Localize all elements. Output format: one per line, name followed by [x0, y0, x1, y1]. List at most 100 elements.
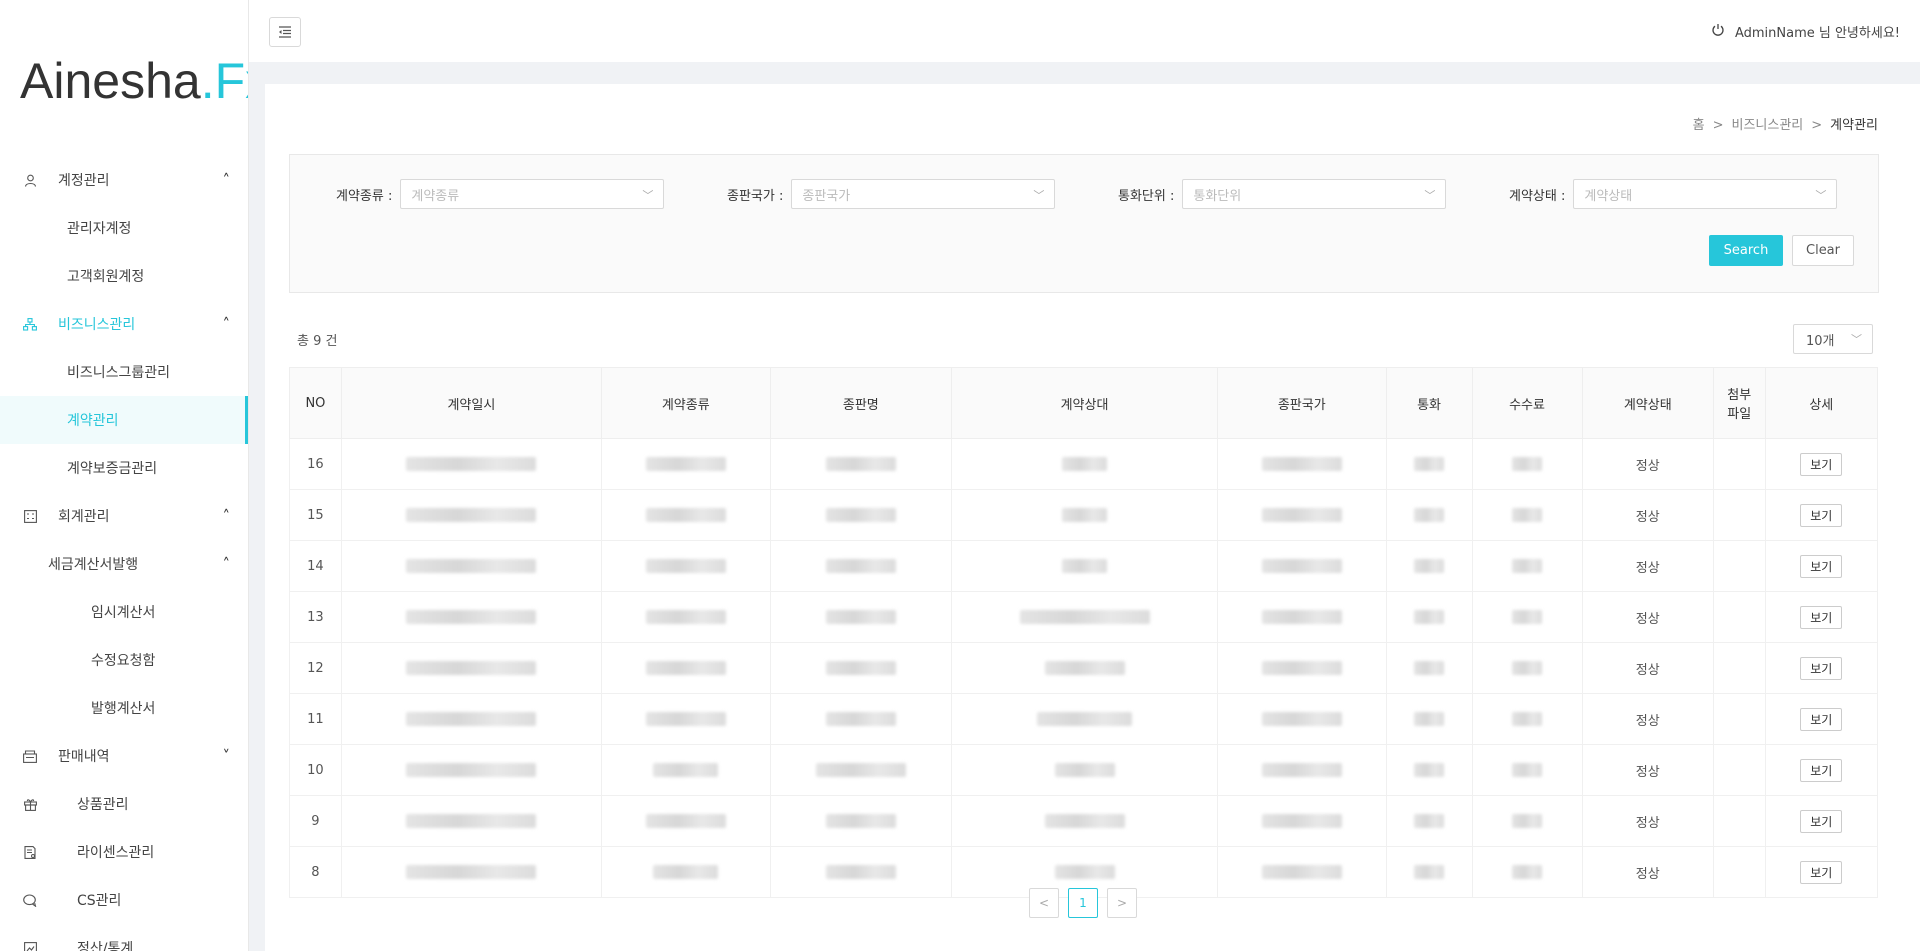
redacted-value: [1414, 559, 1445, 573]
chat-icon: [22, 892, 38, 908]
column-header: 첨부 파일: [1712, 367, 1766, 439]
column-header: 종판명: [769, 367, 953, 439]
sidebar: Ainesha.Fx 계정관리 ˄ 관리자계정고객회원계정비즈니스관리 ˄ 비즈니스그룹…: [0, 0, 249, 951]
view-detail-button[interactable]: 보기: [1800, 860, 1843, 884]
logo[interactable]: Ainesha.Fx: [20, 52, 248, 112]
sidebar-item-6[interactable]: 계약보증금관리: [0, 444, 248, 492]
contract-status: 정상: [1581, 438, 1714, 490]
prev-page-button[interactable]: <: [1029, 888, 1059, 918]
status-select[interactable]: 계약상태 ﹀: [1573, 179, 1838, 209]
sidebar-item-15[interactable]: CS관리: [0, 876, 248, 924]
redacted-cell: [769, 795, 953, 847]
redacted-value: [1019, 610, 1150, 624]
redacted-cell: [1471, 744, 1583, 796]
redacted-value: [825, 457, 896, 471]
redacted-cell: [769, 693, 953, 745]
row-number: 14: [289, 540, 342, 592]
redacted-value: [1512, 763, 1543, 777]
sidebar-item-7[interactable]: 회계관리 ˄: [0, 492, 248, 540]
column-header: 계약상태: [1581, 367, 1714, 439]
attachment-cell: [1712, 846, 1766, 898]
view-detail-button[interactable]: 보기: [1800, 707, 1843, 731]
next-page-button[interactable]: >: [1107, 888, 1137, 918]
sidebar-item-16[interactable]: 정산/통계: [0, 924, 248, 951]
country-select[interactable]: 종판국가 ﹀: [791, 179, 1056, 209]
filter-label: 계약상태 :: [1509, 188, 1566, 204]
redacted-value: [406, 865, 537, 879]
sidebar-item-13[interactable]: 상품관리: [0, 780, 248, 828]
sidebar-item-2[interactable]: 고객회원계정: [0, 252, 248, 300]
sidebar-item-label: 계정관리: [58, 173, 110, 189]
view-detail-button[interactable]: 보기: [1800, 452, 1843, 476]
filter-label: 통화단위 :: [1118, 188, 1175, 204]
redacted-cell: [1471, 540, 1583, 592]
column-header: 통화: [1385, 367, 1473, 439]
redacted-cell: [600, 489, 771, 541]
redacted-value: [1414, 865, 1445, 879]
redacted-cell: [1216, 591, 1387, 643]
view-detail-button[interactable]: 보기: [1800, 605, 1843, 629]
sidebar-menu: 계정관리 ˄ 관리자계정 고객회원계정 비즈니스관리 ˄ 비즈니스그룹관리 계약관리 계약보증금…: [0, 156, 248, 951]
view-detail-button[interactable]: 보기: [1800, 758, 1843, 782]
clear-button[interactable]: Clear: [1792, 235, 1854, 266]
redacted-value: [1512, 457, 1543, 471]
redacted-cell: [1385, 846, 1473, 898]
redacted-value: [1261, 763, 1342, 777]
redacted-cell: [1385, 438, 1473, 490]
detail-cell: 보기: [1764, 744, 1879, 796]
currency-select[interactable]: 통화단위 ﹀: [1182, 179, 1447, 209]
breadcrumb-parent[interactable]: 비즈니스관리: [1731, 118, 1803, 133]
power-icon[interactable]: [1711, 23, 1725, 41]
sidebar-item-14[interactable]: 라이센스관리: [0, 828, 248, 876]
sidebar-item-10[interactable]: 수정요청함: [0, 636, 248, 684]
redacted-value: [825, 559, 896, 573]
sidebar-item-8[interactable]: 세금계산서발행 ˄: [0, 540, 248, 588]
search-button[interactable]: Search: [1709, 235, 1783, 266]
redacted-value: [653, 865, 719, 879]
calculator-icon: [22, 508, 38, 524]
redacted-cell: [1385, 693, 1473, 745]
redacted-value: [645, 610, 726, 624]
sidebar-item-9[interactable]: 임시계산서: [0, 588, 248, 636]
view-detail-button[interactable]: 보기: [1800, 656, 1843, 680]
breadcrumb-home[interactable]: 홈: [1693, 118, 1705, 133]
redacted-cell: [1385, 489, 1473, 541]
sidebar-item-1[interactable]: 관리자계정: [0, 204, 248, 252]
contract-type-select[interactable]: 계약종류 ﹀: [400, 179, 665, 209]
menu-fold-icon[interactable]: [269, 17, 301, 47]
redacted-cell: [769, 846, 953, 898]
pagination: < 1 >: [1029, 888, 1137, 918]
sidebar-item-4[interactable]: 비즈니스그룹관리: [0, 348, 248, 396]
contracts-table: NO 계약일시 계약종류 종판명 계약상대 종판국가 통화 수수료 계약상태 첨부 파일 상세 16 정…: [289, 367, 1879, 898]
detail-cell: 보기: [1764, 591, 1879, 643]
view-detail-button[interactable]: 보기: [1800, 809, 1843, 833]
redacted-cell: [769, 489, 953, 541]
chevron-down-icon: ﹀: [1033, 189, 1045, 202]
sidebar-item-0[interactable]: 계정관리 ˄: [0, 156, 248, 204]
redacted-value: [825, 814, 896, 828]
redacted-cell: [951, 591, 1218, 643]
view-detail-button[interactable]: 보기: [1800, 554, 1843, 578]
redacted-cell: [1216, 846, 1387, 898]
chevron-up-icon: ˄: [222, 315, 231, 333]
sidebar-item-label: 비즈니스그룹관리: [67, 365, 171, 381]
view-detail-button[interactable]: 보기: [1800, 503, 1843, 527]
redacted-cell: [600, 795, 771, 847]
sidebar-item-11[interactable]: 발행계산서: [0, 684, 248, 732]
column-header: 상세: [1764, 367, 1879, 439]
sidebar-item-label: 라이센스관리: [77, 845, 155, 861]
sidebar-item-5[interactable]: 계약관리: [0, 396, 248, 444]
sidebar-item-12[interactable]: 판매내역 ˅: [0, 732, 248, 780]
redacted-value: [645, 508, 726, 522]
filter-country: 종판국가 : 종판국가 ﹀: [727, 179, 1056, 209]
org-chart-icon: [22, 316, 38, 332]
page-1-button[interactable]: 1: [1068, 888, 1098, 918]
page-size-select[interactable]: 10개 ﹀: [1793, 324, 1873, 354]
redacted-cell: [951, 795, 1218, 847]
chart-icon: [22, 940, 38, 951]
chevron-down-icon: ﹀: [1851, 333, 1862, 346]
redacted-cell: [1216, 744, 1387, 796]
chevron-up-icon: ˄: [222, 555, 231, 573]
sidebar-item-3[interactable]: 비즈니스관리 ˄: [0, 300, 248, 348]
redacted-cell: [600, 744, 771, 796]
